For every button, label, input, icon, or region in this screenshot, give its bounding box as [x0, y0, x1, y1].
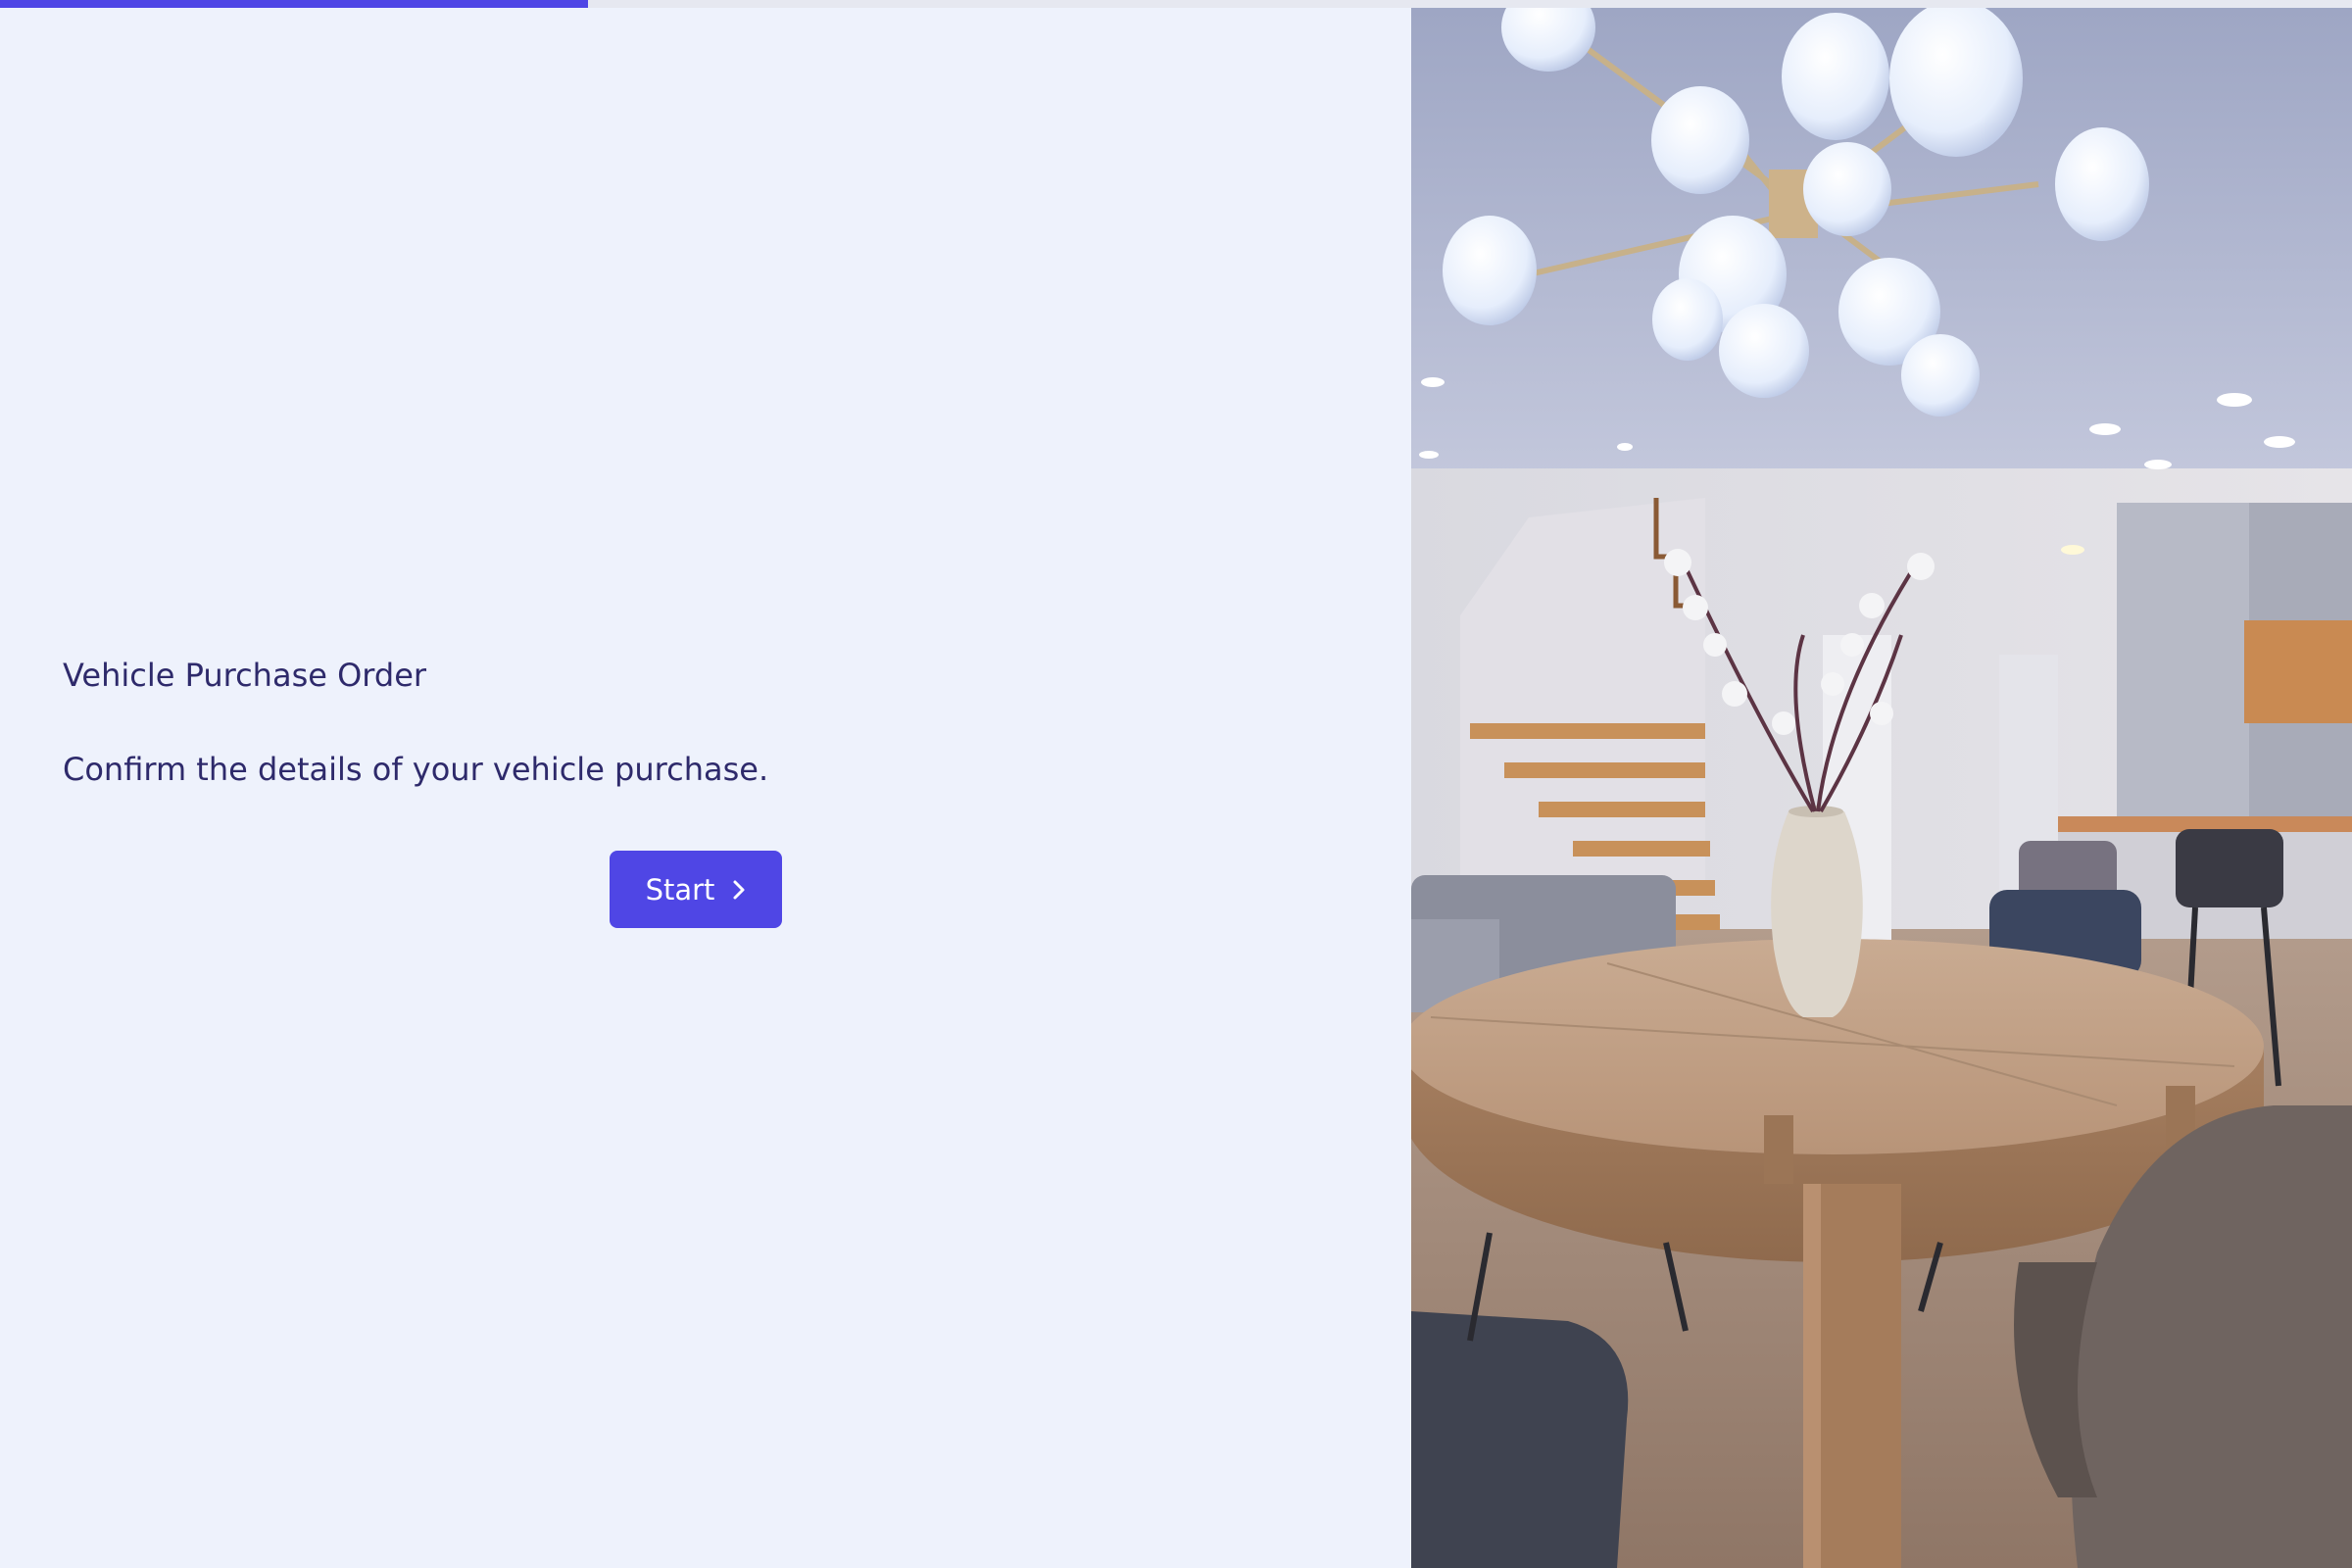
- form-description: Confirm the details of your vehicle purc…: [63, 751, 769, 788]
- form-welcome-panel: Vehicle Purchase Order Confirm the detai…: [0, 8, 1411, 1568]
- progress-bar-fill: [0, 0, 588, 8]
- start-button-label: Start: [645, 872, 715, 906]
- form-title: Vehicle Purchase Order: [63, 657, 427, 694]
- progress-bar: [0, 0, 2352, 8]
- dining-room-photo: [1411, 8, 2352, 1568]
- start-button[interactable]: Start: [610, 851, 782, 928]
- hero-image: [1411, 8, 2352, 1568]
- chevron-right-icon: [732, 879, 746, 901]
